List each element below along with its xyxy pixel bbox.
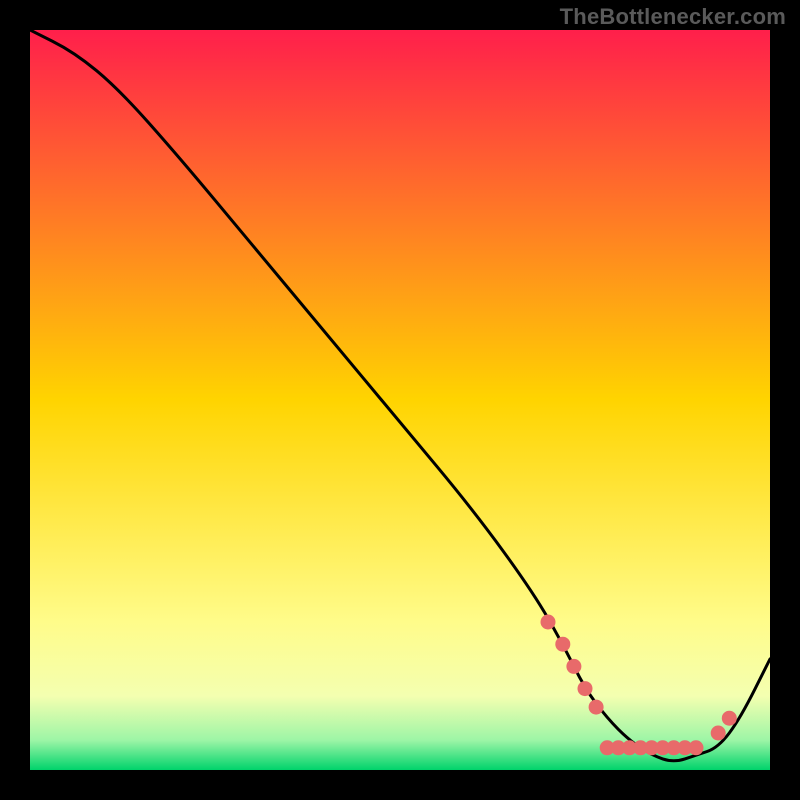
marker-dot	[589, 700, 604, 715]
gradient-rect	[30, 30, 770, 770]
marker-dot	[578, 681, 593, 696]
marker-dot	[689, 740, 704, 755]
marker-dot	[722, 711, 737, 726]
chart-frame: TheBottlenecker.com	[0, 0, 800, 800]
marker-dot	[566, 659, 581, 674]
chart-svg	[30, 30, 770, 770]
marker-dot	[555, 637, 570, 652]
plot-area	[30, 30, 770, 770]
marker-dot	[711, 726, 726, 741]
attribution-label: TheBottlenecker.com	[560, 4, 786, 30]
marker-dot	[541, 615, 556, 630]
